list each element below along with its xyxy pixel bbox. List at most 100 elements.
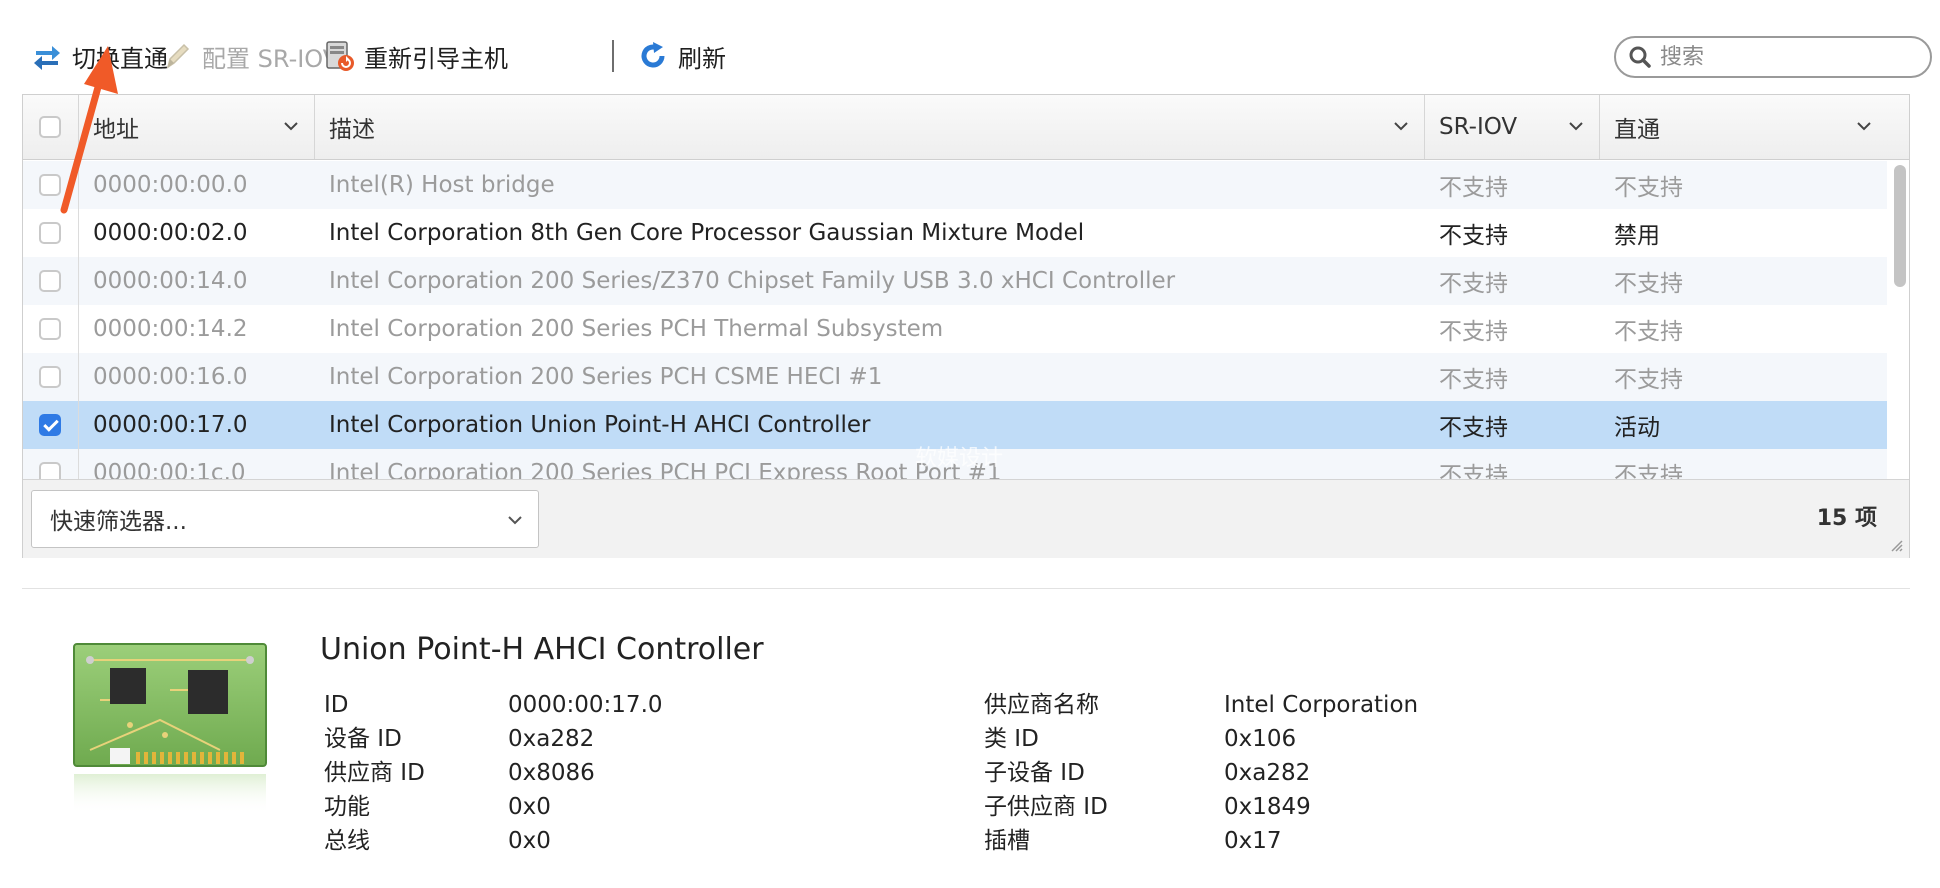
column-header-sriov[interactable]: SR-IOV (1425, 95, 1600, 159)
address-cell: 0000:00:02.0 (93, 220, 248, 246)
property-key: 供应商 ID (324, 760, 425, 786)
property-value: 0xa282 (508, 726, 595, 752)
sriov-cell: 不支持 (1439, 367, 1508, 393)
grid-header: 地址 描述 SR-IOV 直通 (23, 95, 1909, 160)
refresh-icon (641, 42, 665, 68)
property-value: Intel Corporation (1224, 692, 1419, 718)
address-cell: 0000:00:14.2 (93, 316, 248, 342)
toolbar-separator (612, 40, 614, 72)
row-checkbox[interactable] (39, 366, 61, 388)
chevron-down-icon (508, 516, 522, 525)
passthrough-cell: 不支持 (1614, 463, 1683, 479)
row-checkbox-cell (23, 209, 79, 257)
row-checkbox-cell (23, 353, 79, 401)
description-cell: Intel Corporation 8th Gen Core Processor… (329, 220, 1085, 246)
device-grid: 地址 描述 SR-IOV 直通 0000:00:00.0 Intel(R) Hos… (22, 94, 1910, 558)
configure-sriov-label: 配置 SR-IOV (202, 44, 340, 73)
grid-body: 0000:00:00.0 Intel(R) Host bridge 不支持 不支持 00… (23, 159, 1887, 479)
column-header-description-label: 描述 (329, 117, 375, 143)
passthrough-cell: 不支持 (1614, 319, 1683, 345)
property-key: 类 ID (984, 726, 1039, 752)
address-cell: 0000:00:1c.0 (93, 460, 246, 479)
reboot-host-label: 重新引导主机 (364, 44, 508, 73)
column-header-description[interactable]: 描述 (315, 95, 1425, 159)
scrollbar-thumb[interactable] (1894, 165, 1906, 287)
description-cell: Intel Corporation 200 Series/Z370 Chipse… (329, 268, 1176, 294)
sriov-cell: 不支持 (1439, 319, 1508, 345)
device-properties-left: ID 0000:00:17.0 设备 ID 0xa282 供应商 ID 0x80… (324, 688, 724, 858)
row-checkbox-cell (23, 257, 79, 305)
passthrough-cell: 不支持 (1614, 367, 1683, 393)
address-cell: 0000:00:14.0 (93, 268, 248, 294)
device-title: Union Point-H AHCI Controller (320, 632, 764, 667)
configure-sriov-button[interactable]: 配置 SR-IOV (160, 30, 339, 82)
description-cell: Intel Corporation 200 Series PCH CSME HE… (329, 364, 883, 390)
passthrough-cell: 活动 (1614, 415, 1660, 441)
vertical-scrollbar[interactable] (1889, 163, 1909, 479)
chevron-down-icon[interactable] (282, 117, 300, 135)
row-checkbox[interactable] (39, 270, 61, 292)
table-row[interactable]: 0000:00:16.0 Intel Corporation 200 Series… (23, 353, 1887, 401)
pencil-icon (166, 43, 190, 69)
sriov-cell: 不支持 (1439, 463, 1508, 479)
table-row[interactable]: 0000:00:02.0 Intel Corporation 8th Gen Co… (23, 209, 1887, 257)
refresh-button[interactable]: 刷新 (636, 30, 726, 82)
chevron-down-icon[interactable] (1392, 117, 1410, 135)
chevron-down-icon[interactable] (1855, 117, 1873, 135)
quick-filter-label: 快速筛选器... (50, 509, 187, 535)
sriov-cell: 不支持 (1439, 223, 1508, 249)
passthrough-cell: 不支持 (1614, 271, 1683, 297)
property-value: 0000:00:17.0 (508, 692, 663, 718)
column-header-passthrough-label: 直通 (1614, 117, 1660, 143)
quick-filter-select[interactable]: 快速筛选器... (31, 490, 539, 548)
property-key: 功能 (324, 794, 370, 820)
table-row[interactable]: 0000:00:14.2 Intel Corporation 200 Series… (23, 305, 1887, 353)
sriov-cell: 不支持 (1439, 415, 1508, 441)
search-box[interactable] (1614, 36, 1932, 78)
address-cell: 0000:00:17.0 (93, 412, 248, 438)
chevron-down-icon[interactable] (1567, 117, 1585, 135)
property-value: 0xa282 (1224, 760, 1311, 786)
annotation-arrow-icon (60, 46, 118, 214)
property-value: 0x8086 (508, 760, 595, 786)
toolbar: 切换直通 配置 SR-IOV 重新引导主机 刷新 (22, 30, 1932, 82)
property-value: 0x1849 (1224, 794, 1311, 820)
refresh-label: 刷新 (678, 44, 726, 73)
table-row[interactable]: 0000:00:14.0 Intel Corporation 200 Series… (23, 257, 1887, 305)
grid-footer: 快速筛选器... 15 项 (23, 479, 1909, 558)
property-value: 0x0 (508, 828, 551, 854)
property-key: 设备 ID (324, 726, 402, 752)
row-checkbox[interactable] (39, 462, 61, 479)
row-checkbox[interactable] (39, 222, 61, 244)
watermark: 软媒设计 (915, 446, 1004, 471)
table-row[interactable]: 0000:00:00.0 Intel(R) Host bridge 不支持 不支持 (23, 161, 1887, 209)
row-checkbox-cell (23, 401, 79, 449)
description-cell: Intel Corporation Union Point-H AHCI Con… (329, 412, 871, 438)
sriov-cell: 不支持 (1439, 271, 1508, 297)
description-cell: Intel(R) Host bridge (329, 172, 555, 198)
column-header-sriov-label: SR-IOV (1439, 114, 1518, 140)
row-checkbox[interactable] (39, 414, 61, 436)
property-key: 供应商名称 (984, 692, 1099, 718)
row-checkbox[interactable] (39, 318, 61, 340)
search-icon (1629, 46, 1651, 68)
property-value: 0x0 (508, 794, 551, 820)
address-cell: 0000:00:16.0 (93, 364, 248, 390)
description-cell: Intel Corporation 200 Series PCH Thermal… (329, 316, 944, 342)
property-key: 子设备 ID (984, 760, 1085, 786)
reboot-host-icon (326, 41, 354, 71)
property-value: 0x106 (1224, 726, 1297, 752)
reboot-host-button[interactable]: 重新引导主机 (322, 30, 508, 82)
property-value: 0x17 (1224, 828, 1282, 854)
sriov-cell: 不支持 (1439, 175, 1508, 201)
resize-grip-icon[interactable] (1887, 536, 1903, 552)
property-key: ID (324, 692, 349, 718)
property-key: 插槽 (984, 828, 1030, 854)
row-checkbox-cell (23, 305, 79, 353)
passthrough-cell: 禁用 (1614, 223, 1660, 249)
column-header-passthrough[interactable]: 直通 (1600, 95, 1909, 159)
section-divider (22, 588, 1910, 589)
property-key: 子供应商 ID (984, 794, 1108, 820)
search-input[interactable] (1658, 43, 1922, 71)
device-properties-right: 供应商名称 Intel Corporation 类 ID 0x106 子设备 I… (984, 688, 1484, 858)
